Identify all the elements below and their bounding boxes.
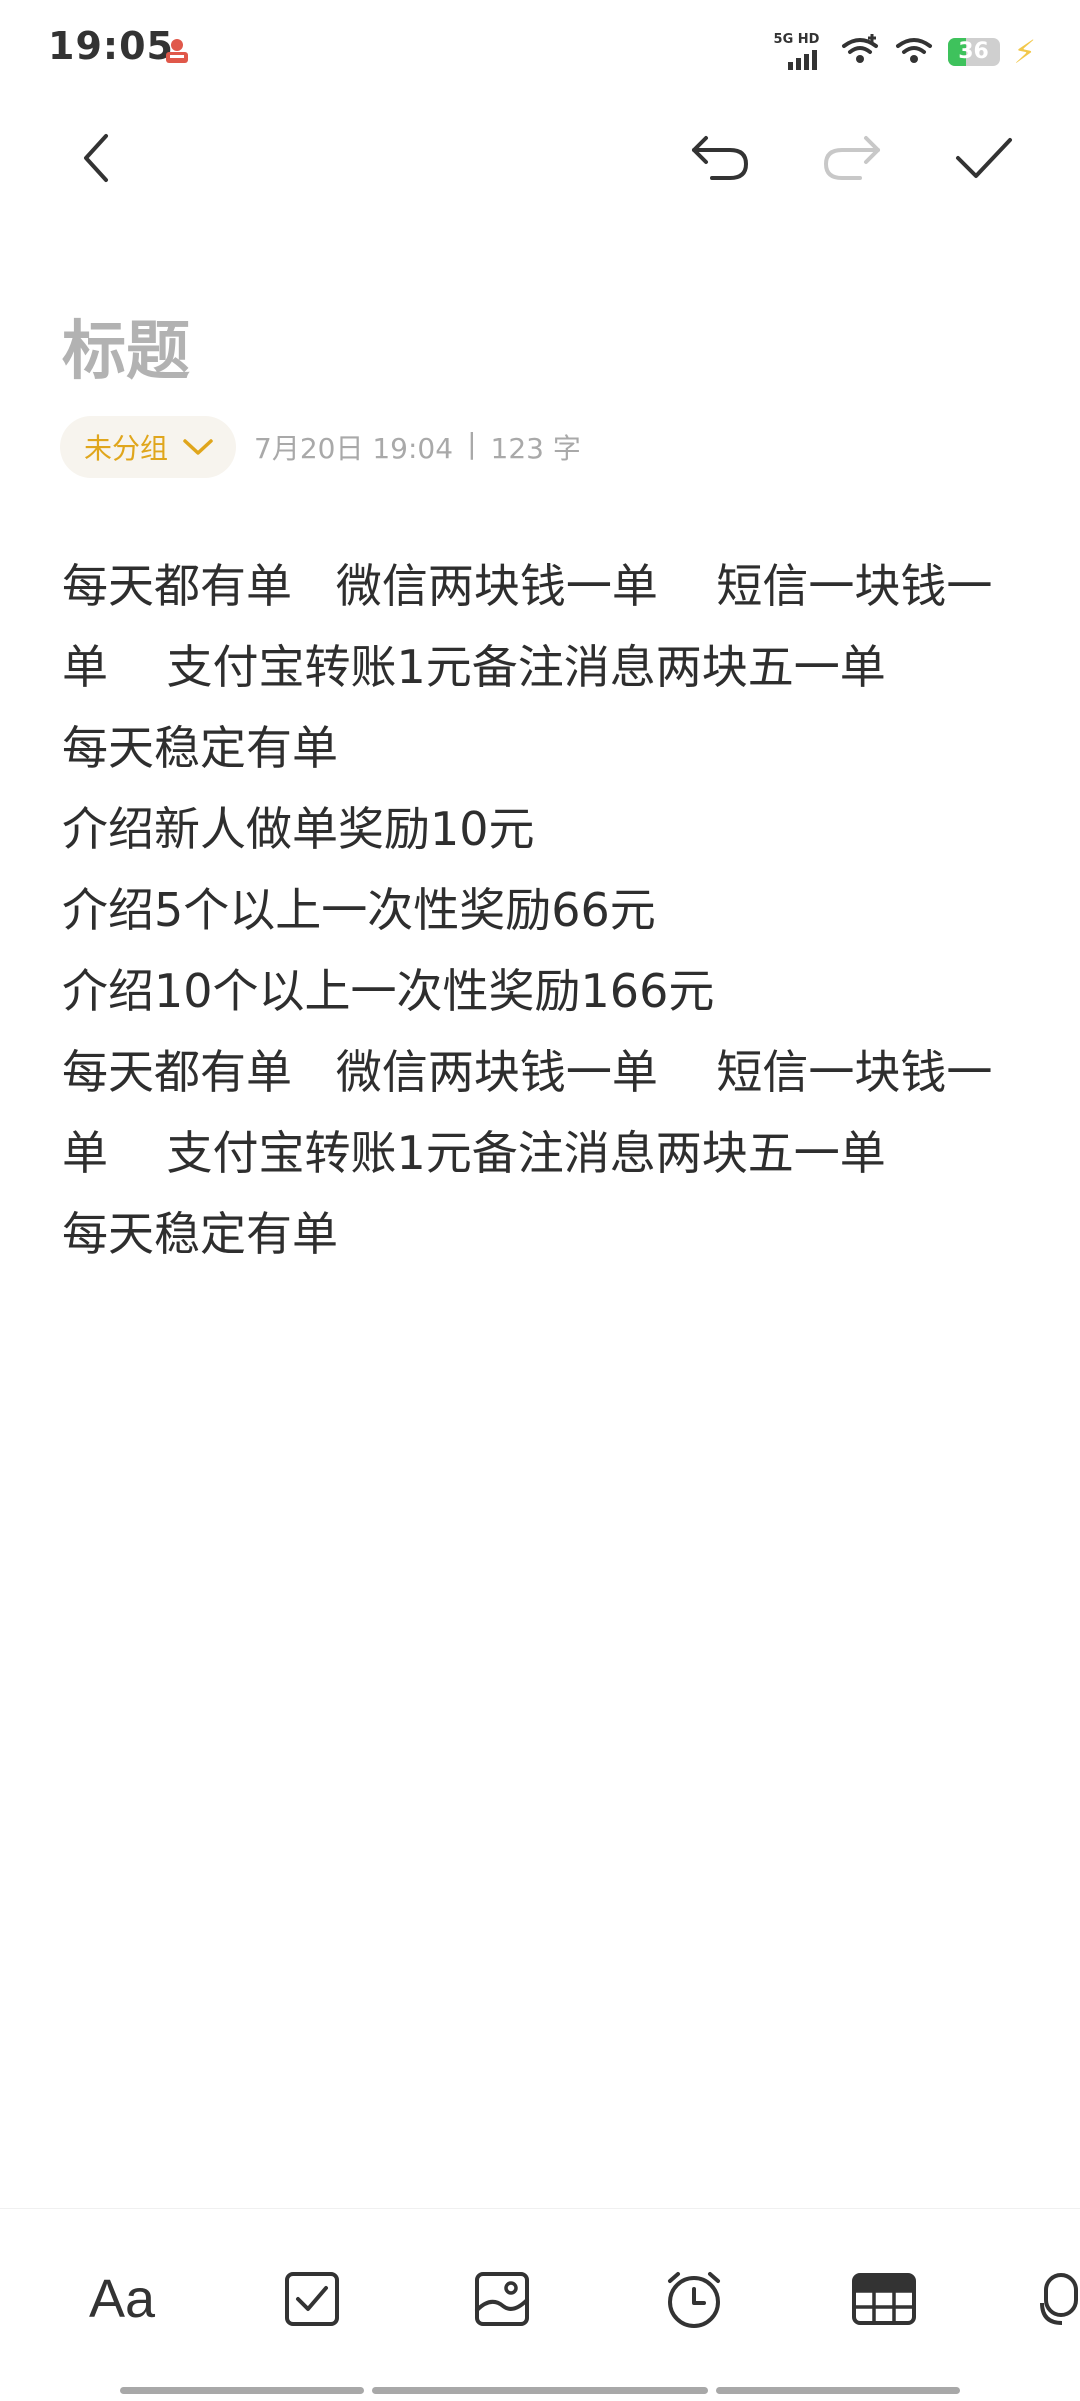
note-line: 每天都有单 微信两块钱一单 短信一块钱一 bbox=[62, 1045, 993, 1099]
table-button[interactable] bbox=[844, 2259, 924, 2339]
note-line: 介绍新人做单奖励10元 bbox=[62, 802, 535, 856]
battery-icon: 36 bbox=[947, 38, 1000, 66]
redo-button[interactable] bbox=[820, 126, 884, 190]
note-meta-row: 未分组 7月20日 19:04 | 123 字 bbox=[60, 416, 581, 478]
word-count: 123 字 bbox=[490, 432, 581, 465]
voice-icon bbox=[1040, 2273, 1078, 2325]
checklist-icon bbox=[285, 2272, 339, 2326]
text-style-button[interactable]: Aa bbox=[82, 2259, 162, 2339]
undo-icon bbox=[692, 136, 749, 180]
editor-bottom-toolbar: Aa bbox=[0, 2208, 1080, 2401]
note-line: 单 支付宝转账1元备注消息两块五一单 bbox=[62, 640, 886, 694]
table-icon bbox=[852, 2273, 916, 2325]
status-bar: 19:05 5G HD 36 ⚡ bbox=[0, 0, 1080, 100]
gesture-bar-segment bbox=[716, 2387, 960, 2394]
group-selector[interactable]: 未分组 bbox=[60, 416, 237, 478]
gesture-bar-segment bbox=[372, 2387, 708, 2394]
cellular-signal-icon: 5G HD bbox=[774, 32, 826, 72]
voice-button[interactable] bbox=[1040, 2259, 1080, 2339]
note-line: 介绍5个以上一次性奖励66元 bbox=[62, 883, 656, 937]
image-button[interactable] bbox=[462, 2259, 542, 2339]
group-label: 未分组 bbox=[84, 432, 169, 465]
note-body-editor[interactable]: 每天都有单 微信两块钱一单 短信一块钱一 单 支付宝转账1元备注消息两块五一单 … bbox=[62, 546, 1032, 1275]
note-line: 每天稳定有单 bbox=[62, 1207, 338, 1261]
app-notification-icon bbox=[162, 36, 192, 66]
redo-icon bbox=[823, 136, 880, 180]
wifi-icon bbox=[894, 32, 934, 72]
undo-button[interactable] bbox=[688, 126, 752, 190]
note-line: 介绍10个以上一次性奖励166元 bbox=[62, 964, 715, 1018]
battery-level-text: 36 bbox=[958, 39, 989, 64]
checklist-button[interactable] bbox=[272, 2259, 352, 2339]
note-meta: 7月20日 19:04 | 123 字 bbox=[254, 427, 581, 467]
note-title-input[interactable]: 标题 bbox=[62, 300, 190, 392]
meta-separator: | bbox=[467, 427, 477, 460]
done-button[interactable] bbox=[952, 126, 1016, 190]
back-icon bbox=[84, 134, 108, 182]
text-style-icon: Aa bbox=[88, 2269, 156, 2329]
network-label: 5G HD bbox=[773, 32, 820, 47]
note-date: 7月20日 19:04 bbox=[254, 432, 454, 465]
charging-bolt-icon: ⚡ bbox=[1013, 33, 1036, 71]
back-button[interactable] bbox=[64, 126, 128, 190]
editor-top-toolbar bbox=[0, 100, 1080, 210]
chevron-down-icon bbox=[183, 439, 213, 455]
status-time: 19:05 bbox=[48, 24, 174, 68]
done-check-icon bbox=[956, 138, 1012, 178]
wifi-plus-icon bbox=[840, 32, 880, 72]
reminder-clock-icon bbox=[668, 2272, 720, 2328]
note-line: 单 支付宝转账1元备注消息两块五一单 bbox=[62, 1126, 886, 1180]
gesture-bar-segment bbox=[120, 2387, 364, 2394]
note-line: 每天稳定有单 bbox=[62, 721, 338, 775]
image-icon bbox=[475, 2272, 529, 2326]
reminder-button[interactable] bbox=[654, 2259, 734, 2339]
note-line: 每天都有单 微信两块钱一单 短信一块钱一 bbox=[62, 559, 993, 613]
